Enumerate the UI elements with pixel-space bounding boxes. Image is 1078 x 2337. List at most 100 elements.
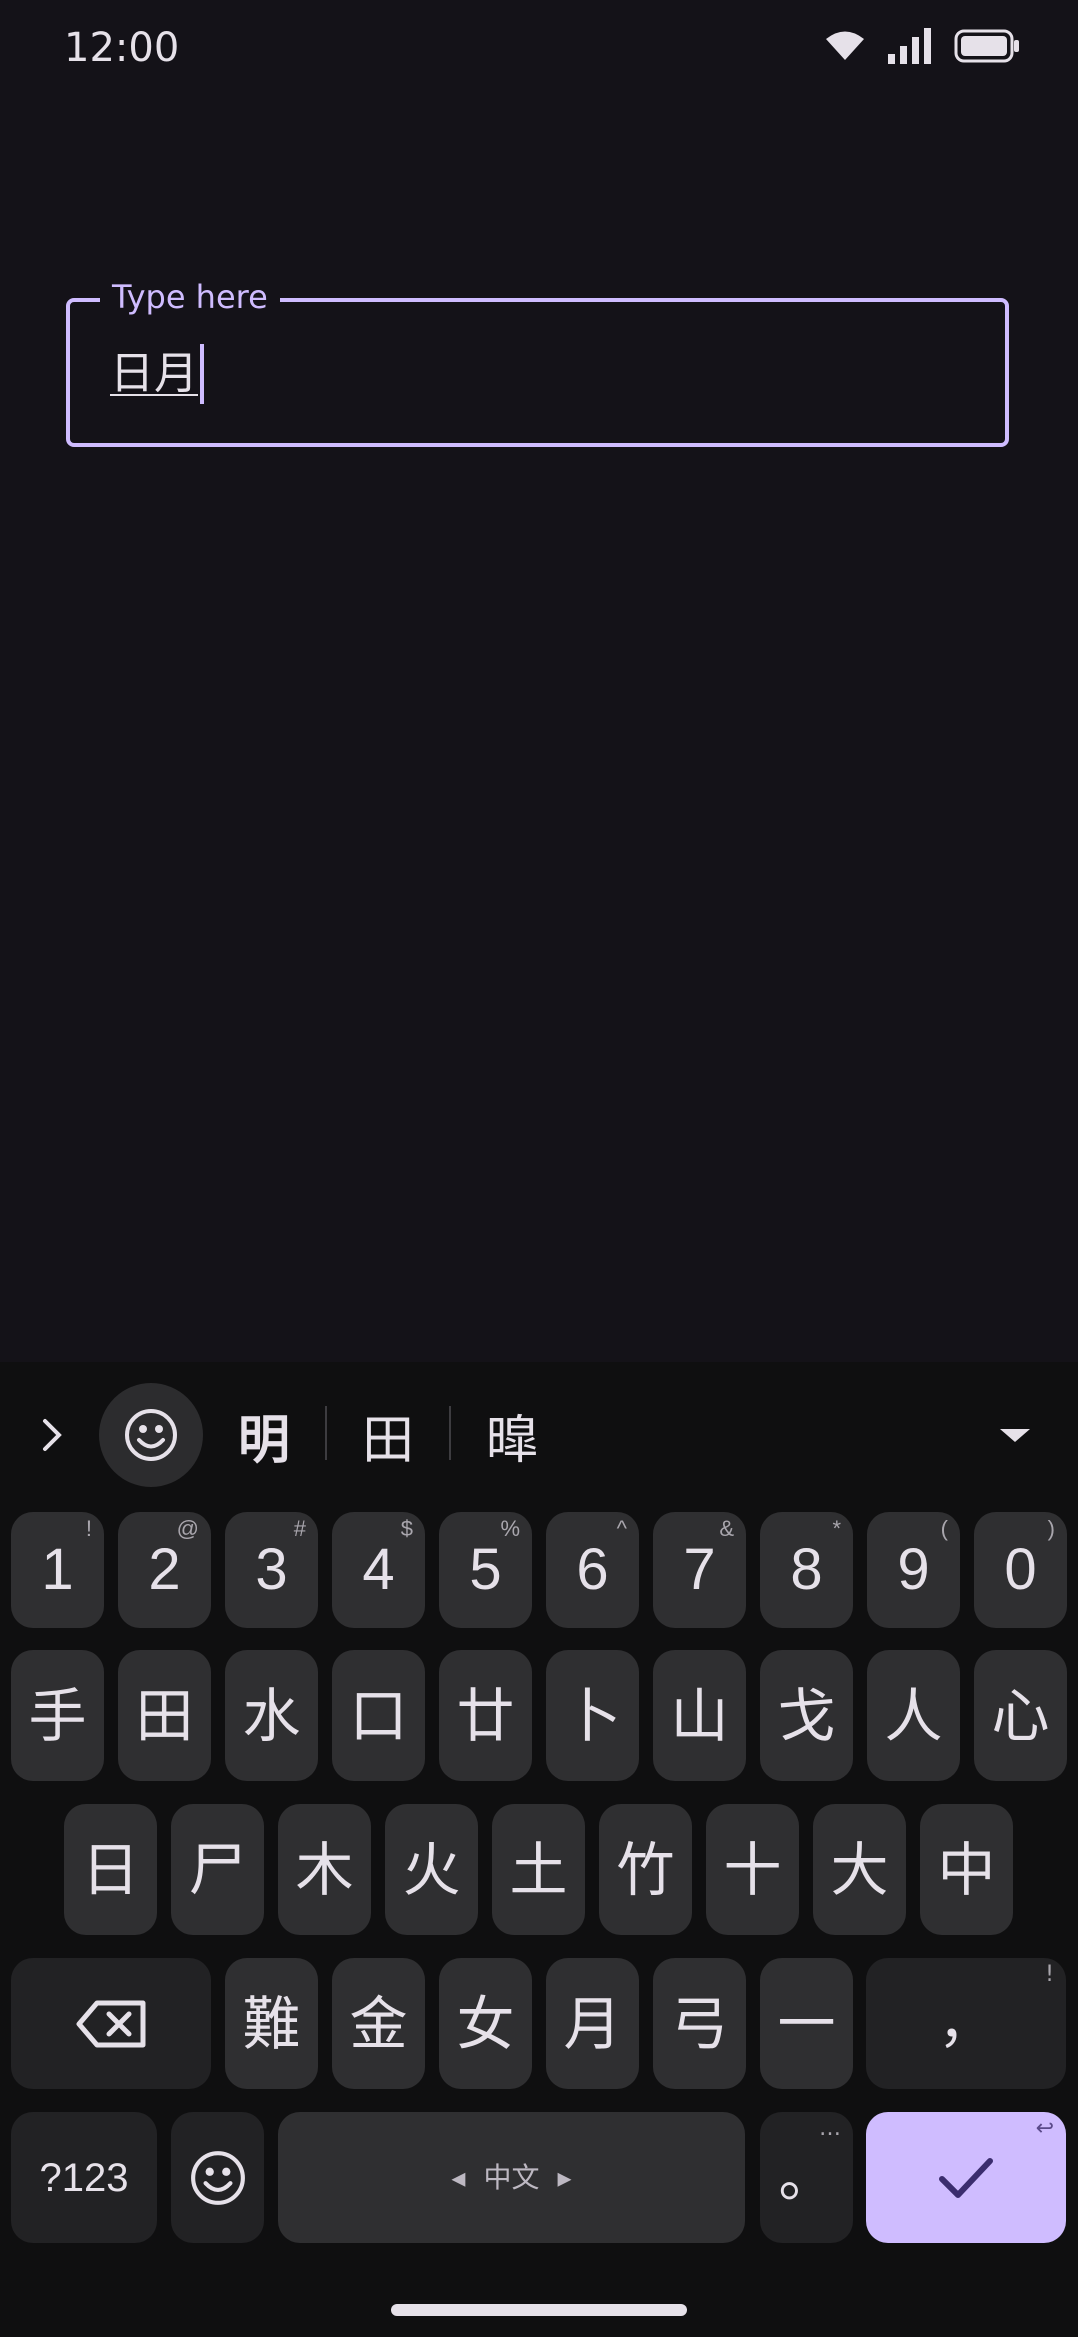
key-8[interactable]: 8 * [760, 1512, 853, 1628]
backspace-key[interactable] [11, 1958, 211, 2089]
key-5[interactable]: 5% [439, 1512, 532, 1628]
wifi-icon [824, 30, 866, 66]
key-row2-5[interactable]: 卜 [546, 1650, 639, 1781]
key-row3-6[interactable]: 十 [706, 1804, 799, 1935]
key-row3-1-label: 尸 [188, 1835, 247, 1904]
status-icons [824, 26, 1020, 70]
key-7-label: 7 [683, 1537, 716, 1602]
key-row4-0-label: 難 [242, 1989, 301, 2058]
symbols-key[interactable]: ?123 [11, 2112, 157, 2243]
text-caret [200, 344, 204, 404]
key-row2-8-label: 人 [884, 1681, 943, 1750]
key-row2-8[interactable]: 人 [867, 1650, 960, 1781]
emoji-key[interactable] [171, 2112, 264, 2243]
key-1-hint: ! [85, 1516, 92, 1541]
chevron-right-icon [43, 1419, 62, 1451]
key-row4-1-label: 金 [349, 1989, 408, 2058]
battery-icon [954, 29, 1020, 67]
key-row3-4-label: 土 [509, 1835, 568, 1904]
key-2-hint: @ [176, 1516, 199, 1541]
key-row3-2-label: 木 [295, 1835, 354, 1904]
key-4[interactable]: 4 $ [332, 1512, 425, 1628]
comma-key[interactable]: ， ! [866, 1958, 1066, 2089]
key-6-hint: ^ [616, 1516, 627, 1541]
key-row4-2[interactable]: 女 [439, 1958, 532, 2089]
key-row2-3[interactable]: 口 [332, 1650, 425, 1781]
smiley-icon [190, 2150, 245, 2205]
backspace-icon [76, 2000, 146, 2047]
key-3-label: 3 [255, 1537, 288, 1602]
key-4-hint: $ [400, 1516, 413, 1541]
key-8-hint: * [832, 1516, 841, 1541]
key-1-label: 1 [41, 1537, 74, 1602]
smiley-icon [125, 1409, 177, 1461]
period-key[interactable]: 。 … [760, 2112, 853, 2243]
key-row3-1[interactable]: 尸 [171, 1804, 264, 1935]
key-row3-7-label: 大 [830, 1835, 889, 1904]
key-9[interactable]: 9( [867, 1512, 960, 1628]
key-row3-3-label: 火 [402, 1835, 461, 1904]
key-9-label: 9 [897, 1537, 930, 1602]
key-row2-7[interactable]: 戈 [760, 1650, 853, 1781]
key-row2-0[interactable]: 手 [11, 1650, 104, 1781]
key-row2-2[interactable]: 水 [225, 1650, 318, 1781]
key-7[interactable]: 7 & [653, 1512, 746, 1628]
emoji-toolbar-button[interactable] [99, 1383, 203, 1487]
key-row4-1[interactable]: 金 [332, 1958, 425, 2089]
navigation-handle[interactable] [391, 2304, 687, 2316]
expand-toolbar-button[interactable] [22, 1405, 82, 1465]
period-hint: … [819, 2116, 841, 2141]
key-row3-5[interactable]: 竹 [599, 1804, 692, 1935]
key-row3-7[interactable]: 大 [813, 1804, 906, 1935]
caret-down-icon [1000, 1429, 1030, 1442]
enter-key[interactable]: ↩ [866, 2112, 1066, 2243]
key-row2-4[interactable]: 廿 [439, 1650, 532, 1781]
space-key-label: 中文 [483, 2160, 540, 2194]
key-row2-1[interactable]: 田 [118, 1650, 211, 1781]
key-8-label: 8 [790, 1537, 823, 1602]
period-label: 。 [778, 2144, 835, 2210]
key-5-hint: % [500, 1516, 520, 1541]
key-1[interactable]: 1! [11, 1512, 104, 1628]
key-3[interactable]: 3 # [225, 1512, 318, 1628]
key-5-label: 5 [469, 1537, 502, 1602]
key-row3-2[interactable]: 木 [278, 1804, 371, 1935]
space-key[interactable]: ◂ 中文 ▸ [278, 2112, 745, 2243]
text-input-field[interactable] [66, 298, 1009, 447]
key-row2-5-label: 卜 [563, 1681, 622, 1750]
comma-hint: ! [1045, 1962, 1054, 1987]
key-row4-4[interactable]: 弓 [653, 1958, 746, 2089]
key-2[interactable]: 2 @ [118, 1512, 211, 1628]
text-input-value[interactable]: 日月 [110, 345, 198, 403]
candidate-2[interactable]: 田 [362, 1398, 414, 1472]
key-row3-0[interactable]: 日 [64, 1804, 157, 1935]
key-row2-6[interactable]: 山 [653, 1650, 746, 1781]
text-input-label: Type here [100, 276, 280, 318]
key-row3-8-label: 中 [937, 1835, 996, 1904]
key-row2-7-label: 戈 [777, 1681, 836, 1750]
key-row4-3[interactable]: 月 [546, 1958, 639, 2089]
key-row3-8[interactable]: 中 [920, 1804, 1013, 1935]
candidate-1[interactable]: 明 [238, 1398, 290, 1472]
key-row4-2-label: 女 [456, 1989, 515, 2058]
comma-label: ， [938, 1990, 994, 2056]
key-7-hint: & [719, 1516, 734, 1541]
candidate-separator [325, 1406, 327, 1460]
status-time: 12:00 [64, 25, 180, 71]
key-row2-2-label: 水 [242, 1681, 301, 1750]
key-row4-5[interactable]: 一 [760, 1958, 853, 2089]
more-candidates-button[interactable] [985, 1405, 1045, 1465]
key-row2-9[interactable]: 心 [974, 1650, 1067, 1781]
key-6[interactable]: 6 ^ [546, 1512, 639, 1628]
key-0[interactable]: 0) [974, 1512, 1067, 1628]
candidate-3[interactable]: 暭 [486, 1398, 538, 1472]
key-9-hint: ( [940, 1516, 948, 1541]
key-4-label: 4 [362, 1537, 395, 1602]
key-row4-0[interactable]: 難 [225, 1958, 318, 2089]
candidate-separator [449, 1406, 451, 1460]
key-row3-4[interactable]: 土 [492, 1804, 585, 1935]
key-row3-3[interactable]: 火 [385, 1804, 478, 1935]
key-row2-3-label: 口 [349, 1681, 408, 1750]
key-row4-5-label: 一 [777, 1989, 836, 2058]
key-row3-5-label: 竹 [616, 1835, 675, 1904]
